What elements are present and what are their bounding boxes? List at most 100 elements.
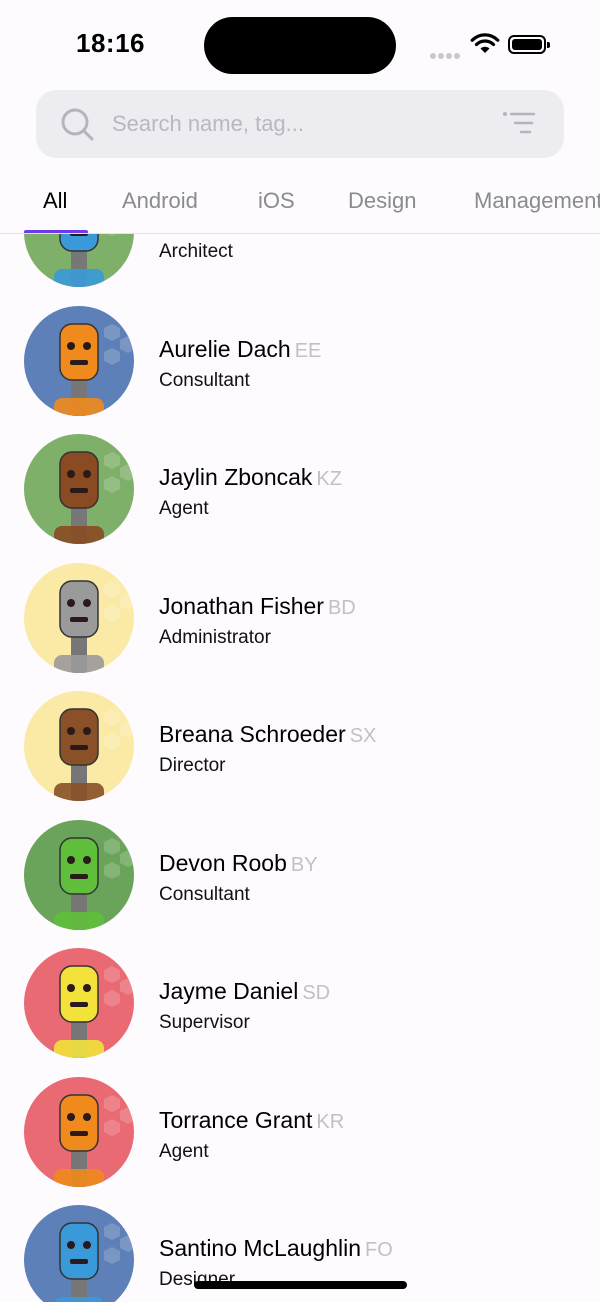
person-name: Jayme Daniel xyxy=(159,978,299,1004)
robot-head xyxy=(59,836,99,895)
robot-eye xyxy=(67,1241,75,1249)
robot-eye xyxy=(67,984,75,992)
robot-mouth xyxy=(70,488,88,493)
list-item[interactable]: Torrance Grant KR Agent xyxy=(0,1068,600,1196)
people-list: Marquis SchultzSKArchitectAurelie DachEE… xyxy=(0,234,600,1302)
robot-avatar-image xyxy=(24,234,134,287)
person-role: Agent xyxy=(159,1140,209,1162)
avatar xyxy=(24,305,134,416)
list-item[interactable]: Jayme Daniel SD Supervisor xyxy=(0,939,600,1067)
person-country-code: SD xyxy=(302,982,331,1004)
list-item[interactable]: Devon Roob BY Consultant xyxy=(0,811,600,939)
robot-head xyxy=(59,1093,99,1152)
robot-eye xyxy=(67,470,75,478)
dynamic-island xyxy=(204,17,396,74)
robot-eye xyxy=(83,984,91,992)
person-country-code: BY xyxy=(290,853,318,876)
person-role: Supervisor xyxy=(159,1012,250,1033)
robot-avatar-image xyxy=(24,562,134,673)
person-name-line: Jaylin Zboncak KZ xyxy=(159,464,342,491)
avatar xyxy=(24,434,134,544)
list-item[interactable]: Breana Schroeder SX Director xyxy=(0,682,600,810)
person-name: Breana Schroeder xyxy=(159,721,346,747)
tab-design[interactable]: Design xyxy=(348,188,416,214)
person-role: Administrator xyxy=(159,626,271,648)
person-country-code: SX xyxy=(349,725,377,747)
person-name-line: Devon Roob BY xyxy=(159,850,318,877)
robot-mouth xyxy=(70,616,88,622)
avatar xyxy=(24,234,134,287)
robot-head xyxy=(59,965,99,1023)
robot-avatar-image xyxy=(24,434,134,544)
person-role: Director xyxy=(159,755,226,776)
robot-body xyxy=(54,911,104,930)
tab-android[interactable]: Android xyxy=(122,188,198,214)
avatar xyxy=(24,1205,134,1302)
person-name-line: Jayme Daniel SD xyxy=(159,978,330,1005)
robot-mouth xyxy=(70,1130,88,1136)
robot-body xyxy=(54,526,104,544)
person-name: Torrance Grant xyxy=(159,1106,313,1133)
person-country-code: FO xyxy=(365,1239,393,1261)
robot-mouth xyxy=(70,873,88,879)
search-input[interactable] xyxy=(112,104,492,144)
person-role: Consultant xyxy=(159,883,250,905)
robot-mouth xyxy=(70,359,88,365)
tab-management[interactable]: Management xyxy=(474,188,600,214)
robot-body xyxy=(54,783,104,801)
home-indicator[interactable] xyxy=(194,1281,407,1289)
avatar xyxy=(24,562,134,673)
robot-head xyxy=(59,1222,99,1280)
robot-eye xyxy=(83,470,91,478)
tab-all[interactable]: All xyxy=(43,188,67,214)
person-country-code: KR xyxy=(316,1110,345,1133)
person-name-line: Jonathan Fisher BD xyxy=(159,593,356,620)
robot-body xyxy=(54,1168,104,1187)
robot-eye xyxy=(67,1112,75,1121)
person-role: Consultant xyxy=(159,369,250,391)
avatar xyxy=(24,819,134,930)
robot-head xyxy=(59,579,99,638)
robot-avatar-image xyxy=(24,1076,134,1187)
filter-icon[interactable] xyxy=(502,111,536,140)
robot-eye xyxy=(67,598,75,607)
avatar xyxy=(24,1076,134,1187)
list-item[interactable]: Marquis SchultzSKArchitect xyxy=(0,234,600,296)
tab-ios[interactable]: iOS xyxy=(258,188,295,214)
person-country-code: KZ xyxy=(316,468,342,490)
robot-eye xyxy=(67,727,75,735)
robot-eye xyxy=(83,1112,91,1121)
person-role: Agent xyxy=(159,498,209,519)
robot-mouth xyxy=(70,234,88,236)
robot-eye xyxy=(83,855,91,864)
person-name: Jaylin Zboncak xyxy=(159,464,313,490)
robot-avatar-image xyxy=(24,1205,134,1302)
robot-avatar-image xyxy=(24,819,134,930)
robot-eye xyxy=(67,341,75,350)
avatar xyxy=(24,691,134,801)
person-name: Jonathan Fisher xyxy=(159,592,324,619)
person-name-line: Torrance Grant KR xyxy=(159,1107,344,1134)
status-time: 18:16 xyxy=(76,28,145,58)
robot-mouth xyxy=(70,1259,88,1264)
robot-mouth xyxy=(70,745,88,750)
list-item[interactable]: Aurelie Dach EE Consultant xyxy=(0,297,600,425)
person-name: Aurelie Dach xyxy=(159,335,291,362)
department-tabs: All Android iOS Design Management xyxy=(0,172,600,234)
person-name: Devon Roob xyxy=(159,849,287,876)
robot-eye xyxy=(83,341,91,350)
person-role: Architect xyxy=(159,241,233,262)
list-item[interactable]: Jaylin Zboncak KZ Agent xyxy=(0,425,600,553)
robot-eye xyxy=(83,727,91,735)
robot-body xyxy=(54,397,104,416)
search-bar[interactable] xyxy=(36,90,564,158)
person-name: Santino McLaughlin xyxy=(159,1235,362,1261)
robot-body xyxy=(54,269,104,287)
robot-head xyxy=(59,322,99,381)
list-item[interactable]: Jonathan Fisher BD Administrator xyxy=(0,554,600,682)
robot-avatar-image xyxy=(24,305,134,416)
robot-body xyxy=(54,1040,104,1058)
robot-mouth xyxy=(70,1002,88,1007)
person-name-line: Santino McLaughlin FO xyxy=(159,1235,393,1262)
robot-eye xyxy=(83,598,91,607)
